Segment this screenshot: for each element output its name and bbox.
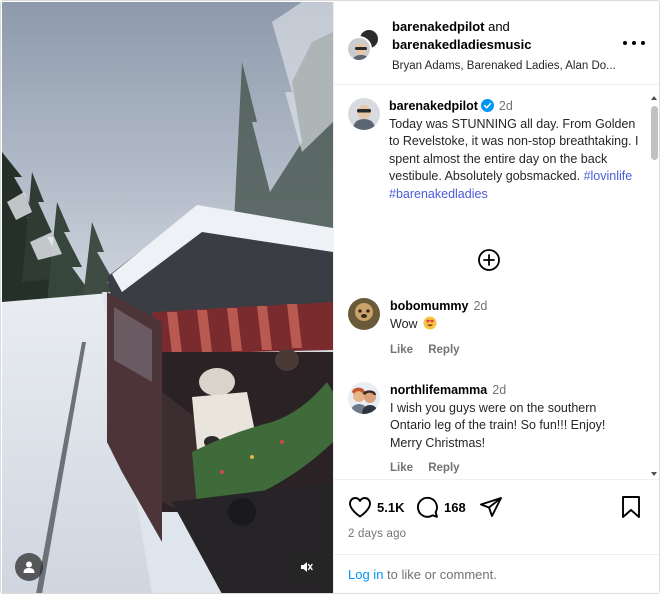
comment-text: Wow <box>390 316 418 331</box>
comment-username[interactable]: northlifemamma <box>390 383 487 397</box>
hashtag-barenakedladies[interactable]: #barenakedladies <box>389 187 488 201</box>
comment-like-button[interactable]: Like <box>390 462 413 474</box>
verified-icon <box>480 99 494 112</box>
avatar-barenakedpilot <box>346 36 372 62</box>
scrollbar-thumb[interactable] <box>651 106 658 160</box>
comment-icon <box>417 496 438 518</box>
comment-like-button[interactable]: Like <box>390 344 413 356</box>
post-header: barenakedpilot and barenakedladiesmusic … <box>334 2 659 85</box>
comment-time[interactable]: 2d <box>492 383 506 397</box>
scroll-up-arrow-icon[interactable] <box>650 94 658 102</box>
heart-icon <box>349 497 371 518</box>
share-button[interactable] <box>479 494 503 520</box>
comment-count: 168 <box>444 499 466 515</box>
comment-button[interactable]: 168 <box>415 494 466 520</box>
share-icon <box>480 497 502 517</box>
comment-avatar[interactable] <box>348 382 380 414</box>
comment-reply-button[interactable]: Reply <box>428 344 459 356</box>
comment-item: bobomummy 2d Wow Like Reply <box>348 298 638 368</box>
like-count: 5.1K <box>377 499 405 515</box>
post-video[interactable] <box>2 2 333 593</box>
comment-item: northlifemamma 2d I wish you guys were on… <box>348 382 638 479</box>
mute-toggle-button[interactable] <box>292 553 320 581</box>
header-author-primary[interactable]: barenakedpilot <box>392 19 484 34</box>
user-tag-icon <box>23 561 35 573</box>
post-date[interactable]: 2 days ago <box>348 528 406 540</box>
post-details-panel: barenakedpilot and barenakedladiesmusic … <box>333 2 659 593</box>
save-button[interactable] <box>621 494 641 520</box>
bookmark-icon <box>622 496 640 518</box>
train-snow-scene <box>2 2 333 593</box>
post-actions-bar: 5.1K 168 2 days ago Log in to like or co… <box>334 479 659 593</box>
tagged-users-button[interactable] <box>15 553 43 581</box>
caption-username[interactable]: barenakedpilot <box>389 99 478 113</box>
login-prompt: Log in to like or comment. <box>334 554 659 593</box>
more-options-button[interactable] <box>623 34 645 52</box>
comments-scrollbar[interactable] <box>650 94 658 478</box>
comments-scroll-area[interactable]: barenakedpilot 2d Today was STUNNING all … <box>334 86 659 479</box>
header-joiner: and <box>488 19 510 34</box>
audio-attribution[interactable]: Bryan Adams, Barenaked Ladies, Alan Do..… <box>392 58 620 74</box>
comment-reply-button[interactable]: Reply <box>428 462 459 474</box>
load-more-icon <box>478 249 500 271</box>
mute-icon <box>301 562 313 572</box>
comment-time[interactable]: 2d <box>473 299 487 313</box>
comment-username[interactable]: bobomummy <box>390 299 468 313</box>
collab-avatars[interactable] <box>346 22 382 62</box>
heart-eyes-emoji-icon <box>423 316 437 329</box>
scroll-down-arrow-icon[interactable] <box>650 470 658 478</box>
caption-time[interactable]: 2d <box>499 99 513 113</box>
caption-avatar[interactable] <box>348 98 380 130</box>
instagram-post-embed: barenakedpilot and barenakedladiesmusic … <box>0 0 660 594</box>
comment-avatar[interactable] <box>348 298 380 330</box>
login-prompt-text: to like or comment. <box>383 567 497 582</box>
comment-text: I wish you guys were on the southern Ont… <box>390 400 606 450</box>
load-more-comments-button[interactable] <box>477 248 501 272</box>
login-link[interactable]: Log in <box>348 567 383 582</box>
like-button[interactable]: 5.1K <box>348 494 404 520</box>
header-author-secondary[interactable]: barenakedladiesmusic <box>392 37 531 52</box>
hashtag-lovinlife[interactable]: #lovinlife <box>584 169 633 183</box>
more-icon <box>623 41 627 45</box>
